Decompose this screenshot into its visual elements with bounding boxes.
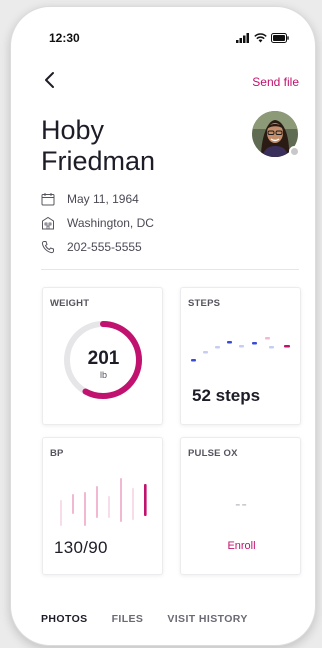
steps-mark <box>252 342 257 345</box>
bp-bar <box>144 484 147 516</box>
patient-info: May 11, 1964 Washington, DC 202-555-5555 <box>41 187 154 259</box>
status-icons <box>236 33 289 43</box>
location-row: Washington, DC <box>41 211 154 235</box>
bp-bar <box>84 492 86 526</box>
tab-files[interactable]: FILES <box>112 613 144 625</box>
bp-bar <box>72 494 74 514</box>
send-file-link[interactable]: Send file <box>252 75 299 89</box>
status-time: 12:30 <box>49 31 80 45</box>
phone-frame: 12:30 Send file Hoby Friedman May 11, 19… <box>10 6 316 646</box>
wifi-icon <box>254 33 267 43</box>
location-text: Washington, DC <box>67 216 154 230</box>
status-bar: 12:30 <box>11 29 315 47</box>
battery-icon <box>271 33 289 43</box>
steps-mark <box>265 337 270 340</box>
bp-bar <box>132 488 134 520</box>
chevron-left-icon[interactable] <box>41 69 59 91</box>
steps-card-title: STEPS <box>188 298 221 309</box>
steps-mark <box>239 345 244 348</box>
presence-dot <box>289 146 300 157</box>
divider <box>41 269 299 270</box>
bp-bar <box>60 500 62 526</box>
tab-photos[interactable]: PHOTOS <box>41 613 88 625</box>
steps-mark <box>215 346 220 349</box>
bp-chart <box>60 478 147 526</box>
tab-visit-history[interactable]: VISIT HISTORY <box>167 613 247 625</box>
weight-card-title: WEIGHT <box>50 298 90 309</box>
weight-value: 201 <box>87 348 120 369</box>
pulse-ox-card[interactable]: PULSE OX -- Enroll <box>180 437 301 575</box>
patient-first-name: Hoby <box>41 115 105 145</box>
steps-mark <box>191 359 196 362</box>
steps-card[interactable]: STEPS 52 steps <box>180 287 301 425</box>
pulse-ox-card-title: PULSE OX <box>188 448 238 459</box>
dob-row: May 11, 1964 <box>41 187 154 211</box>
patient-name: Hoby Friedman <box>41 115 201 177</box>
phone-text: 202-555-5555 <box>67 240 142 254</box>
steps-sparkline <box>191 337 290 362</box>
weight-unit: lb <box>99 370 107 380</box>
bp-bar <box>96 486 98 518</box>
steps-value: 52 steps <box>192 386 261 405</box>
steps-mark <box>269 346 274 349</box>
nav-row: Send file <box>11 69 315 93</box>
tab-bar: PHOTOS FILES VISIT HISTORY <box>41 613 248 625</box>
pulse-ox-value: -- <box>235 496 248 513</box>
bp-bar <box>120 478 122 522</box>
phone-row: 202-555-5555 <box>41 235 154 259</box>
dob-text: May 11, 1964 <box>67 192 139 206</box>
phone-icon <box>41 241 54 254</box>
weight-card[interactable]: WEIGHT 201 lb <box>42 287 163 425</box>
bp-card[interactable]: BP 130/90 <box>42 437 163 575</box>
steps-mark <box>203 351 208 354</box>
calendar-icon <box>41 193 55 206</box>
bp-value: 130/90 <box>54 538 108 557</box>
steps-mark <box>284 345 290 348</box>
building-icon <box>42 216 54 230</box>
signal-icon <box>236 33 249 43</box>
bp-card-title: BP <box>50 448 64 459</box>
steps-mark <box>227 341 232 344</box>
patient-last-name: Friedman <box>41 146 156 176</box>
avatar[interactable] <box>252 111 300 157</box>
bp-bar <box>108 496 110 518</box>
enroll-button[interactable]: Enroll <box>181 540 302 552</box>
